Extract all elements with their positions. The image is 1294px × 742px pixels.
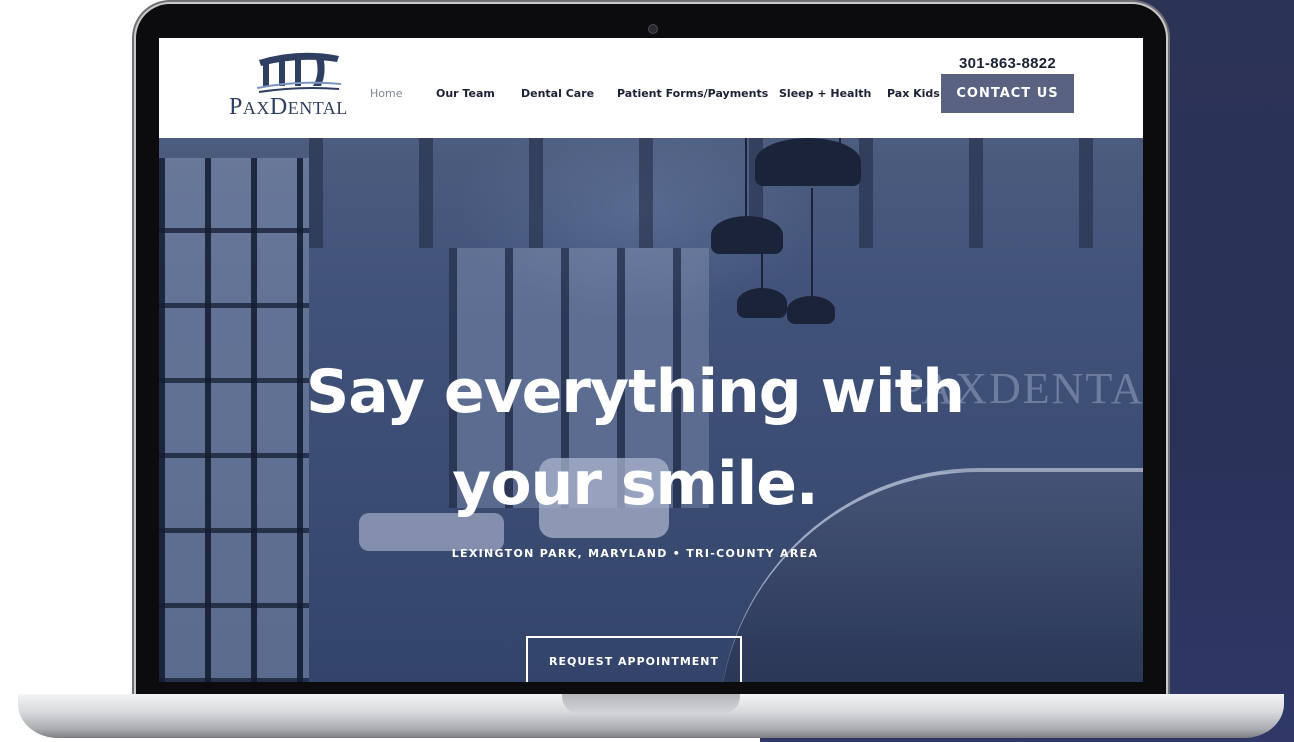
laptop-hinge-notch (562, 694, 740, 714)
hero-title-line1: Say everything with (306, 357, 965, 428)
nav-sleep-health[interactable]: Sleep + Health (779, 87, 871, 100)
laptop-screen: PAXDENTAL Home Our Team Dental Care Pati… (159, 38, 1143, 682)
request-appointment-button[interactable]: REQUEST APPOINTMENT (526, 636, 742, 682)
nav-dental-care[interactable]: Dental Care (521, 87, 594, 100)
nav-home[interactable]: Home (370, 87, 402, 100)
hero-title-line2: your smile. (452, 449, 818, 520)
pendant-lamp (755, 138, 861, 186)
hero-section: PAXDENTAL Say everything with your smile… (159, 138, 1143, 682)
pendant-lamp (711, 216, 783, 254)
phone-number[interactable]: 301-863-8822 (959, 55, 1056, 72)
hero-location-subtitle: LEXINGTON PARK, MARYLAND • TRI-COUNTY AR… (451, 547, 819, 560)
pendant-lamp (787, 296, 835, 324)
nav-our-team[interactable]: Our Team (436, 87, 495, 100)
pendant-lamp (737, 288, 787, 318)
pendant-lamp-cord (761, 228, 763, 290)
webcam-icon (648, 24, 658, 34)
site-header: PAXDENTAL Home Our Team Dental Care Pati… (159, 38, 1143, 138)
pendant-lamp-cord (811, 188, 813, 298)
nav-pax-kids[interactable]: Pax Kids (887, 87, 940, 100)
hero-title: Say everything with your smile. (159, 346, 1111, 530)
pendant-lamp-cord (745, 138, 747, 218)
pax-dental-logo[interactable]: PAXDENTAL (229, 46, 363, 124)
nav-patient-forms[interactable]: Patient Forms/Payments (617, 87, 768, 100)
contact-us-button[interactable]: CONTACT US (941, 74, 1074, 113)
